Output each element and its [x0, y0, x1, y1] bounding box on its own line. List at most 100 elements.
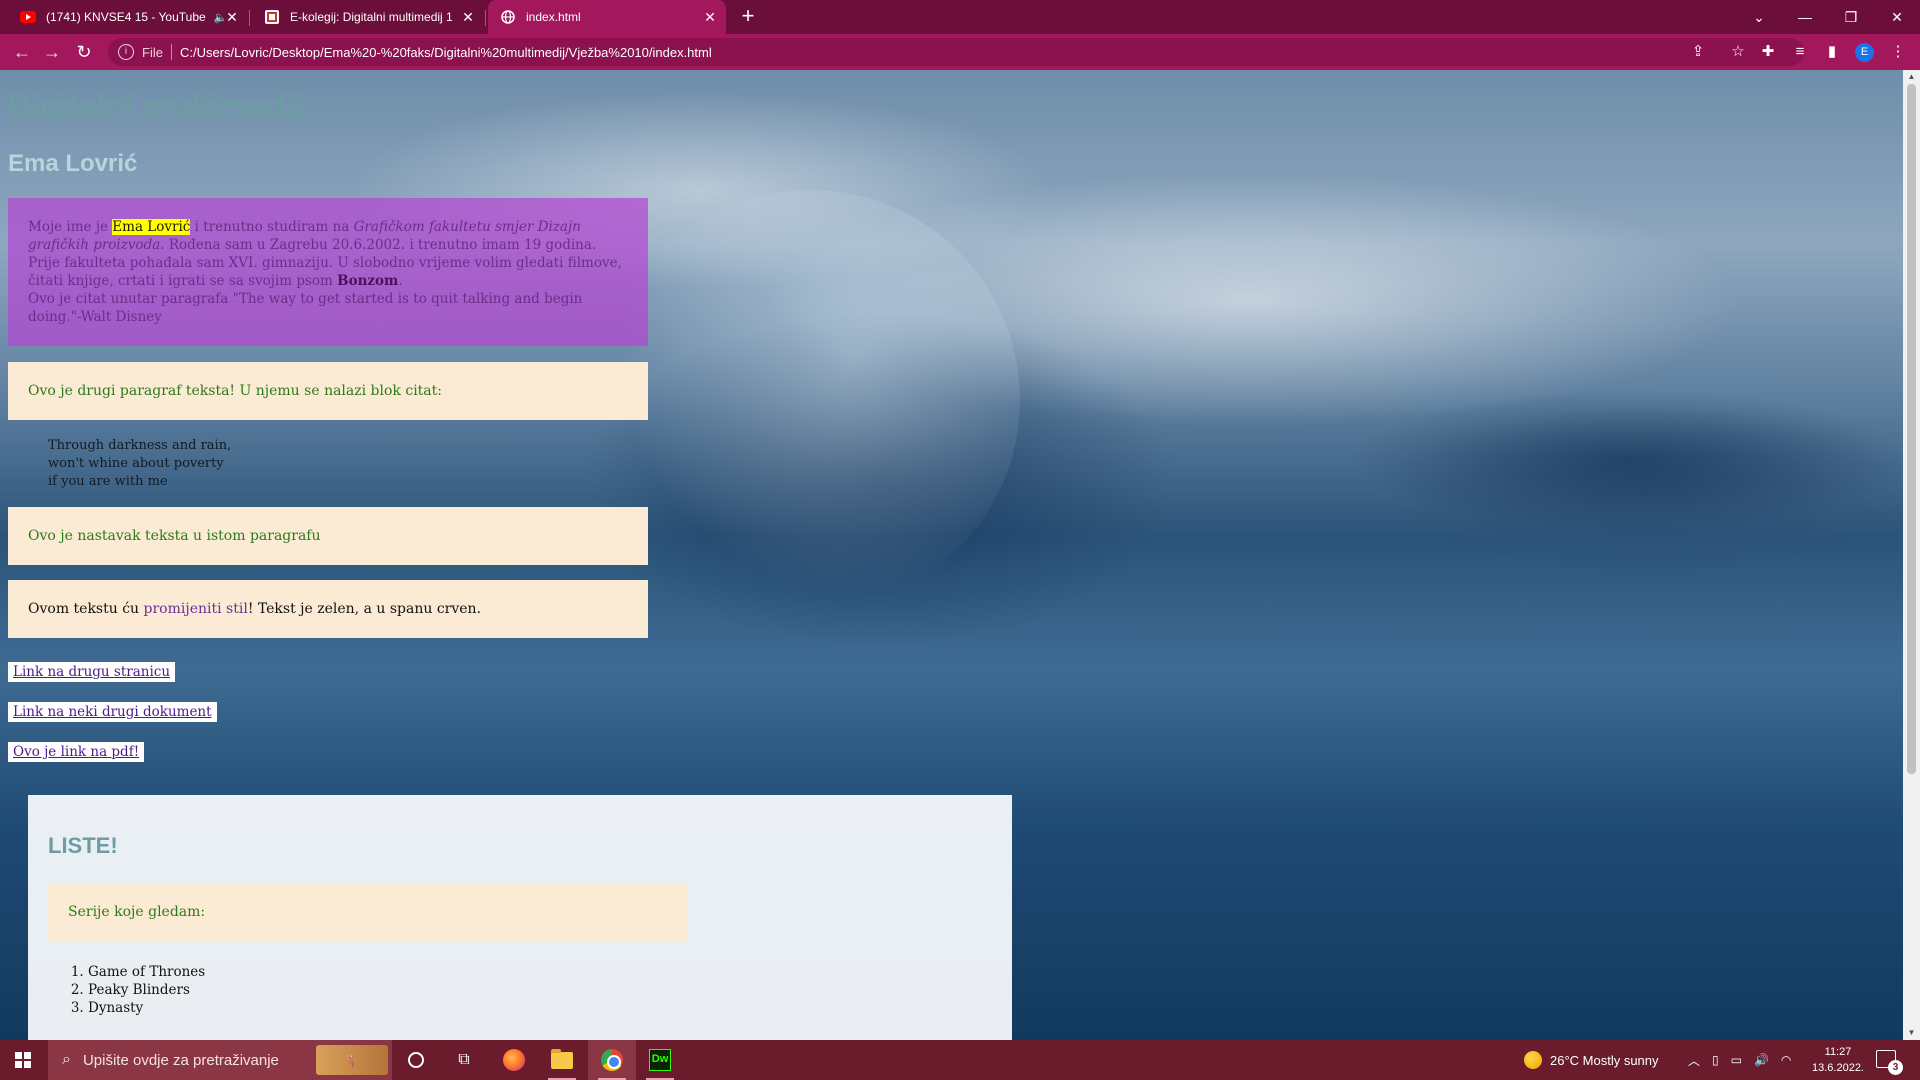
intro-text: . [398, 273, 403, 289]
system-tray: ︿ ▯ ▭ 🔊 ◠ [1688, 1040, 1791, 1080]
profile-avatar[interactable]: E [1855, 43, 1874, 62]
tab-youtube[interactable]: (1741) KNVSE4 15 - YouTube 🔈 ✕ [8, 0, 250, 34]
list-item: Dynasty [88, 999, 205, 1017]
weather-sun-icon [1524, 1051, 1542, 1069]
tab-strip: (1741) KNVSE4 15 - YouTube 🔈 ✕ E-kolegij… [0, 0, 1920, 34]
clock-time: 11:27 [1824, 1046, 1852, 1058]
scroll-down-icon[interactable]: ▼ [1903, 1026, 1920, 1040]
page-viewport: Digitalni multimedij Ema Lovrić Moje ime… [0, 70, 1903, 1040]
task-view-button[interactable]: ⧉ [440, 1040, 488, 1080]
url-text[interactable]: C:/Users/Lovric/Desktop/Ema%20-%20faks/D… [180, 45, 712, 60]
cortana-icon [408, 1052, 424, 1068]
task-view-icon: ⧉ [458, 1051, 470, 1068]
author-heading: Ema Lovrić [8, 150, 138, 177]
system-clock[interactable]: 11:27 13.6.2022. [1808, 1044, 1868, 1076]
tab-title: (1741) KNVSE4 15 - YouTube [46, 10, 206, 24]
lists-section: LISTE! Serije koje gledam: Game of Thron… [28, 795, 1012, 1040]
link-other-document[interactable]: Link na neki drugi dokument [8, 702, 217, 722]
menu-icon[interactable]: ⋮ [1888, 42, 1908, 62]
tab-index[interactable]: index.html ✕ [488, 0, 726, 34]
intro-text: i trenutno studiram na [190, 219, 354, 235]
reading-list-icon[interactable]: ≡ [1790, 42, 1810, 62]
weather-text: 26°C Mostly sunny [1550, 1052, 1659, 1068]
taskbar-dreamweaver[interactable]: Dw [636, 1040, 684, 1080]
url-scheme: File [142, 44, 163, 60]
new-tab-button[interactable]: + [736, 5, 760, 29]
blockquote: Through darkness and rain, won't whine a… [48, 437, 231, 491]
chrome-icon [601, 1049, 623, 1071]
background-wave [600, 190, 1020, 610]
side-panel-icon[interactable]: ▮ [1822, 42, 1842, 62]
tab-title: index.html [526, 10, 581, 24]
restore-button[interactable]: ❐ [1828, 0, 1874, 34]
minimize-button[interactable]: — [1782, 0, 1828, 34]
search-icon: ⌕ [62, 1051, 71, 1068]
browser-toolbar: ← → ↻ i File C:/Users/Lovric/Desktop/Ema… [0, 34, 1920, 70]
device-icon[interactable]: ▯ [1712, 1053, 1719, 1067]
weather-widget[interactable]: 26°C Mostly sunny [1524, 1040, 1659, 1080]
scroll-up-icon[interactable]: ▲ [1903, 70, 1920, 84]
paragraph-text: Ovo je drugi paragraf teksta! U njemu se… [28, 383, 442, 399]
paragraph-text: Serije koje gledam: [68, 904, 206, 920]
share-icon[interactable]: ⇪ [1688, 42, 1708, 62]
folder-icon [551, 1048, 573, 1069]
taskbar-search[interactable]: ⌕ Upišite ovdje za pretraživanje 🦌 [48, 1040, 392, 1080]
link-other-page[interactable]: Link na drugu stranicu [8, 662, 176, 682]
list-item: Peaky Blinders [88, 981, 205, 999]
cortana-button[interactable] [392, 1040, 440, 1080]
highlighted-name: Ema Lovrić [112, 219, 191, 235]
search-highlight-image: 🦌 [316, 1045, 388, 1075]
info-icon[interactable]: i [118, 44, 134, 60]
extensions-icon[interactable]: ✚ [1758, 42, 1778, 62]
background-wave [1350, 390, 1903, 530]
paragraph-text: ! Tekst je zelen, a u spanu crven. [247, 601, 482, 617]
battery-icon[interactable]: ▭ [1731, 1053, 1742, 1067]
firefox-icon [503, 1049, 525, 1071]
link-pdf[interactable]: Ovo je link na pdf! [8, 742, 145, 762]
windows-logo-icon [15, 1052, 31, 1068]
bookmark-star-icon[interactable]: ☆ [1728, 42, 1748, 62]
intro-text: Moje ime je [28, 219, 113, 235]
vertical-scrollbar[interactable]: ▲ ▼ [1903, 70, 1920, 1040]
quote-line: if you are with me [48, 474, 168, 489]
close-tab-icon[interactable]: ✕ [702, 9, 718, 25]
start-button[interactable] [0, 1040, 46, 1080]
quote-line: won't whine about poverty [48, 456, 224, 471]
forward-arrow-icon[interactable]: → [40, 40, 64, 64]
globe-icon [500, 9, 516, 25]
volume-icon[interactable]: 🔊 [1754, 1053, 1769, 1067]
lists-heading: LISTE! [48, 833, 118, 858]
intro-paragraph: Moje ime je Ema Lovrić i trenutno studir… [8, 198, 648, 346]
inline-quote: Ovo je citat unutar paragrafa "The way t… [28, 291, 583, 325]
search-placeholder: Upišite ovdje za pretraživanje [82, 1051, 279, 1069]
taskbar-firefox[interactable] [490, 1040, 538, 1080]
ekolegij-icon [264, 9, 280, 25]
chevron-up-icon[interactable]: ︿ [1688, 1052, 1700, 1069]
divider [170, 44, 172, 60]
scrollbar-thumb[interactable] [1907, 84, 1916, 774]
close-tab-icon[interactable]: ✕ [224, 9, 240, 25]
second-paragraph: Ovo je drugi paragraf teksta! U njemu se… [8, 362, 648, 420]
dreamweaver-icon: Dw [649, 1049, 671, 1071]
continuation-paragraph: Ovo je nastavak teksta u istom paragrafu [8, 507, 648, 565]
address-bar[interactable]: i File C:/Users/Lovric/Desktop/Ema%20-%2… [108, 38, 1804, 66]
taskbar-file-explorer[interactable] [538, 1040, 586, 1080]
reload-icon[interactable]: ↻ [72, 40, 96, 64]
list-item: Game of Thrones [88, 963, 205, 981]
taskbar-chrome[interactable] [588, 1040, 636, 1080]
close-tab-icon[interactable]: ✕ [460, 9, 476, 25]
notification-badge: 3 [1888, 1060, 1903, 1075]
paragraph-text: Ovo je nastavak teksta u istom paragrafu [28, 528, 321, 544]
tab-ekolegij[interactable]: E-kolegij: Digitalni multimedij 1 ✕ [252, 0, 486, 34]
back-arrow-icon[interactable]: ← [10, 40, 34, 64]
clock-date: 13.6.2022. [1812, 1062, 1864, 1074]
wifi-icon[interactable]: ◠ [1781, 1053, 1791, 1067]
tab-search-icon[interactable]: ⌄ [1736, 0, 1782, 34]
close-window-button[interactable]: ✕ [1874, 0, 1920, 34]
styled-span: promijeniti stil [143, 601, 248, 617]
dog-name: Bonzom [337, 273, 399, 289]
youtube-icon [20, 9, 36, 25]
series-list: Game of Thrones Peaky Blinders Dynasty [88, 963, 205, 1017]
notification-center-icon[interactable]: 3 [1876, 1050, 1903, 1075]
paragraph-text: Ovom tekstu ću [28, 601, 144, 617]
